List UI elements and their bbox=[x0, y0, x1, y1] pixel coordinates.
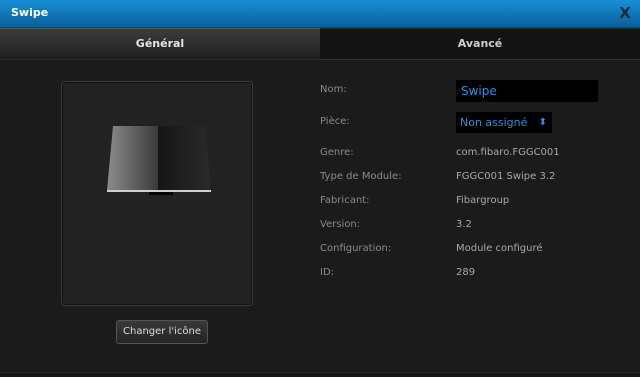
id-value: 289 bbox=[456, 267, 476, 278]
change-icon-button[interactable]: Changer l'icône bbox=[116, 320, 208, 344]
footer-bar bbox=[0, 372, 640, 377]
room-select-value: Non assigné bbox=[460, 116, 528, 129]
version-value: 3.2 bbox=[456, 219, 472, 230]
version-label: Version: bbox=[320, 219, 361, 230]
module-type-value: FGGC001 Swipe 3.2 bbox=[456, 171, 556, 182]
genre-label: Genre: bbox=[320, 147, 354, 158]
configuration-label: Configuration: bbox=[320, 243, 392, 254]
divider bbox=[0, 59, 640, 60]
manufacturer-label: Fabricant: bbox=[320, 195, 370, 206]
room-select[interactable]: Non assigné ⬍ bbox=[456, 112, 552, 133]
module-type-label: Type de Module: bbox=[320, 171, 402, 182]
name-label: Nom: bbox=[320, 84, 347, 95]
tab-bar: Général Avancé bbox=[0, 28, 640, 59]
room-label: Pièce: bbox=[320, 116, 350, 127]
configuration-value: Module configuré bbox=[456, 243, 543, 254]
window-title: Swipe bbox=[11, 6, 49, 19]
tab-general[interactable]: Général bbox=[0, 28, 320, 59]
title-bar: Swipe X bbox=[0, 0, 640, 28]
close-icon[interactable]: X bbox=[618, 4, 632, 22]
tab-advanced[interactable]: Avancé bbox=[320, 28, 640, 59]
updown-arrow-icon: ⬍ bbox=[538, 117, 547, 128]
id-label: ID: bbox=[320, 267, 335, 278]
device-icon-preview bbox=[61, 81, 253, 306]
name-input[interactable] bbox=[456, 80, 598, 102]
swipe-device-icon bbox=[107, 126, 211, 195]
manufacturer-value: Fibargroup bbox=[456, 195, 510, 206]
genre-value: com.fibaro.FGGC001 bbox=[456, 147, 560, 158]
